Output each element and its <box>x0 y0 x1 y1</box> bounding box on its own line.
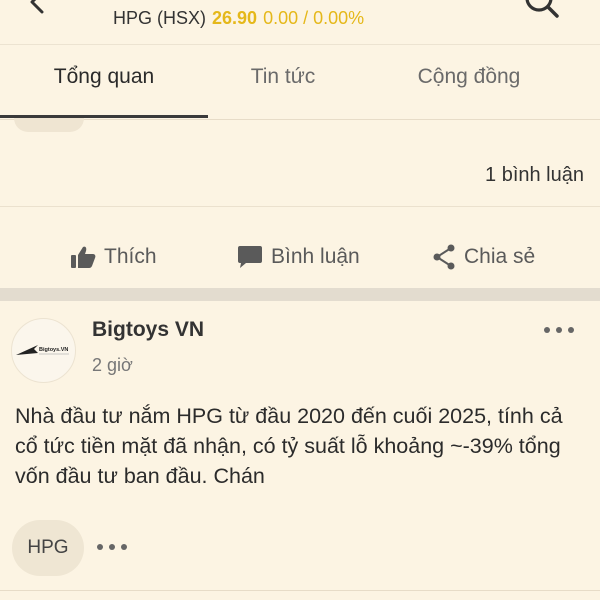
more-dot-icon <box>97 544 103 550</box>
post-separator <box>0 288 600 301</box>
divider <box>0 206 600 207</box>
post-time: 2 giờ <box>92 355 133 375</box>
comment-button[interactable]: Bình luận <box>237 242 360 272</box>
comment-label: Bình luận <box>271 245 360 268</box>
post-author[interactable]: Bigtoys VN <box>92 318 204 342</box>
comment-icon <box>238 246 262 268</box>
svg-text:Bigtoys.VN: Bigtoys.VN <box>39 347 68 353</box>
like-label: Thích <box>104 245 157 268</box>
stock-change: 0.00 / 0.00% <box>263 8 365 28</box>
search-icon[interactable] <box>522 0 562 20</box>
tab-overview[interactable]: Tổng quan <box>0 45 208 119</box>
stock-price: 26.90 <box>212 8 258 28</box>
post-options-button[interactable] <box>541 318 577 342</box>
tab-community[interactable]: Cộng đồng <box>358 45 580 119</box>
bigtoys-logo-icon: Bigtoys.VN <box>16 345 69 355</box>
more-dot-icon <box>556 327 562 333</box>
more-dot-icon <box>544 327 550 333</box>
stock-tag-hpg[interactable]: HPG <box>12 520 84 576</box>
tab-news[interactable]: Tin tức <box>208 45 358 119</box>
back-arrow-icon[interactable] <box>28 0 58 14</box>
more-tags-button[interactable] <box>94 536 130 558</box>
more-dot-icon <box>568 327 574 333</box>
post-content: Nhà đầu tư nắm HPG từ đầu 2020 đến cuối … <box>15 404 563 488</box>
comment-count[interactable]: 1 bình luận <box>485 164 584 187</box>
thumbs-up-icon <box>71 246 96 268</box>
divider <box>0 590 600 591</box>
top-bar: HPG (HSX) 26.90 0.00 / 0.00% <box>0 0 600 44</box>
share-label: Chia sẻ <box>464 245 536 268</box>
like-button[interactable]: Thích <box>70 242 157 272</box>
share-button[interactable]: Chia sẻ <box>432 242 535 272</box>
share-icon <box>433 244 455 270</box>
stock-symbol: HPG (HSX) <box>113 8 207 28</box>
tab-bar: Tổng quan Tin tức Cộng đồng <box>0 44 600 120</box>
more-dot-icon <box>109 544 115 550</box>
post-actions: Thích Bình luận Chia sẻ <box>0 232 600 282</box>
stock-ticker: HPG (HSX) 26.90 0.00 / 0.00% <box>113 7 364 29</box>
avatar[interactable]: Bigtoys.VN <box>11 318 76 383</box>
previous-post-tag[interactable] <box>14 118 84 132</box>
more-dot-icon <box>121 544 127 550</box>
